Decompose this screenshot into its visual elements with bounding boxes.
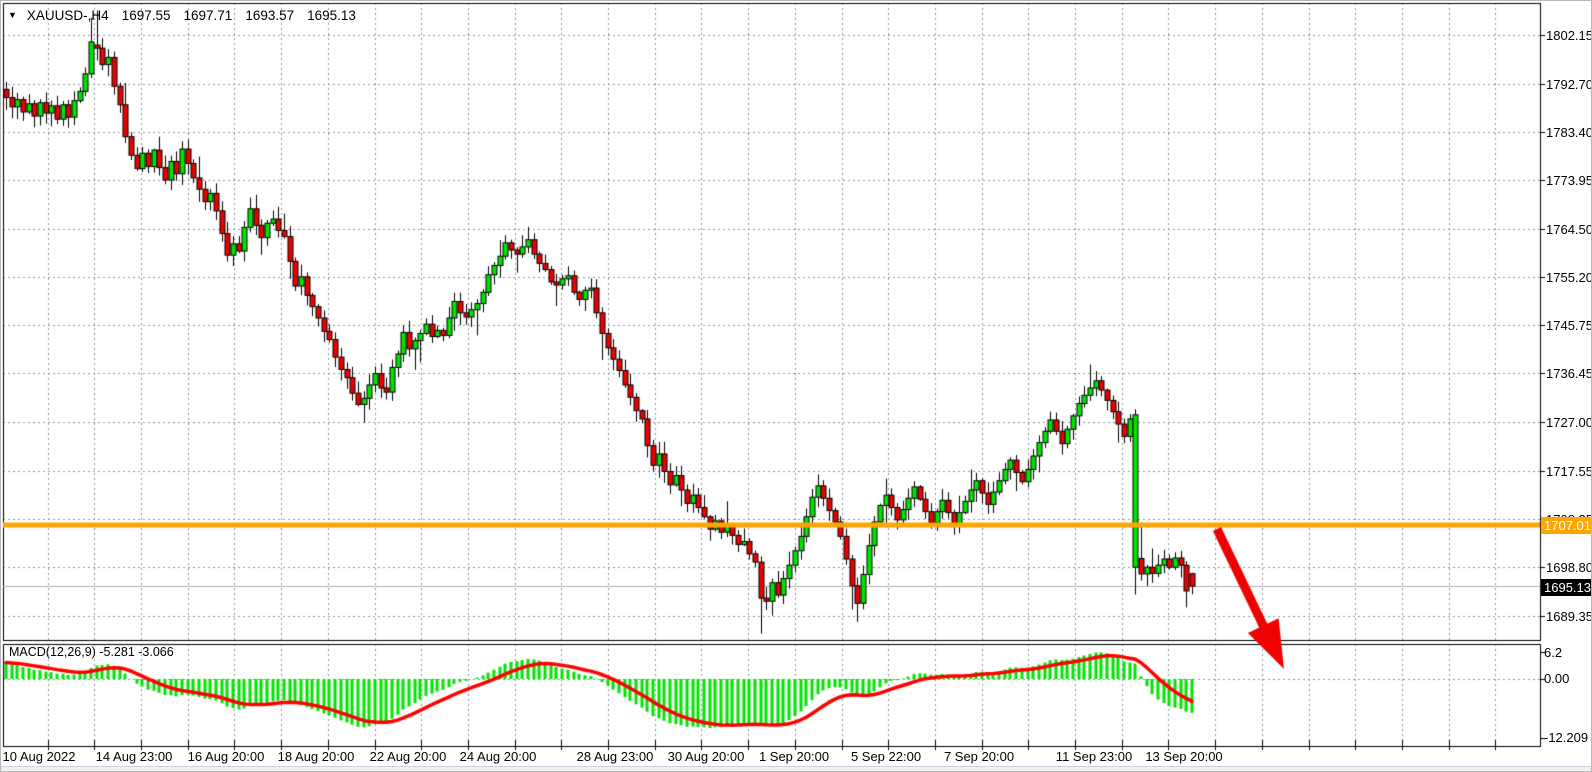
macd-label: MACD(12,26,9) bbox=[9, 645, 96, 659]
price-axis-label: 1736.45 bbox=[1546, 366, 1592, 381]
macd-scale-min: -12.209 bbox=[1544, 730, 1588, 745]
price-chart-canvas[interactable] bbox=[1, 1, 1592, 772]
price-axis-label: 1773.95 bbox=[1546, 173, 1592, 188]
price-axis-label: 1783.40 bbox=[1546, 125, 1592, 140]
time-axis-label: 30 Aug 20:00 bbox=[668, 749, 745, 764]
time-axis-label: 24 Aug 20:00 bbox=[460, 749, 537, 764]
time-axis-label: 22 Aug 20:00 bbox=[370, 749, 447, 764]
hline-price-badge: 1707.01 bbox=[1541, 517, 1592, 534]
price-axis-label: 1755.20 bbox=[1546, 270, 1592, 285]
chart-title: ▼ XAUUSD-,H4 1697.55 1697.71 1693.57 169… bbox=[8, 7, 356, 23]
time-axis-label: 1 Sep 20:00 bbox=[759, 749, 829, 764]
price-axis-label: 1802.15 bbox=[1546, 28, 1592, 43]
time-axis-label: 10 Aug 2022 bbox=[2, 749, 75, 764]
macd-indicator-caption: MACD(12,26,9) -5.281 -3.066 bbox=[9, 645, 174, 659]
time-axis-label: 28 Aug 23:00 bbox=[577, 749, 654, 764]
window-bottom-strip bbox=[1, 766, 1592, 772]
bid-price-badge: 1695.13 bbox=[1541, 579, 1592, 596]
ohlc-close: 1695.13 bbox=[307, 8, 356, 23]
price-axis-label: 1792.70 bbox=[1546, 77, 1592, 92]
price-axis-label: 1717.55 bbox=[1546, 464, 1592, 479]
mt4-chart-window: ▼ XAUUSD-,H4 1697.55 1697.71 1693.57 169… bbox=[0, 0, 1592, 772]
ohlc-high: 1697.71 bbox=[184, 8, 233, 23]
price-axis-label: 1745.75 bbox=[1546, 318, 1592, 333]
ohlc-low: 1693.57 bbox=[245, 8, 294, 23]
macd-signal-value: -3.066 bbox=[138, 645, 173, 659]
macd-main-value: -5.281 bbox=[99, 645, 134, 659]
time-axis-label: 11 Sep 23:00 bbox=[1056, 749, 1132, 764]
macd-scale-zero: 0.00 bbox=[1544, 671, 1569, 686]
time-axis-label: 14 Aug 23:00 bbox=[96, 749, 173, 764]
price-axis-label: 1764.50 bbox=[1546, 222, 1592, 237]
price-axis-label: 1698.80 bbox=[1546, 560, 1592, 575]
ohlc-open: 1697.55 bbox=[122, 8, 171, 23]
price-axis-label: 1689.35 bbox=[1546, 609, 1592, 624]
price-axis-label: 1727.00 bbox=[1546, 415, 1592, 430]
symbol-dropdown-icon[interactable]: ▼ bbox=[8, 11, 17, 20]
time-axis-label: 13 Sep 20:00 bbox=[1145, 749, 1222, 764]
time-axis-label: 7 Sep 20:00 bbox=[944, 749, 1014, 764]
symbol-period-label: XAUUSD-,H4 bbox=[27, 8, 109, 23]
macd-scale-max: 6.2 bbox=[1544, 645, 1562, 660]
time-axis-label: 5 Sep 22:00 bbox=[851, 749, 921, 764]
time-axis-label: 18 Aug 20:00 bbox=[278, 749, 355, 764]
time-axis-label: 16 Aug 20:00 bbox=[188, 749, 265, 764]
